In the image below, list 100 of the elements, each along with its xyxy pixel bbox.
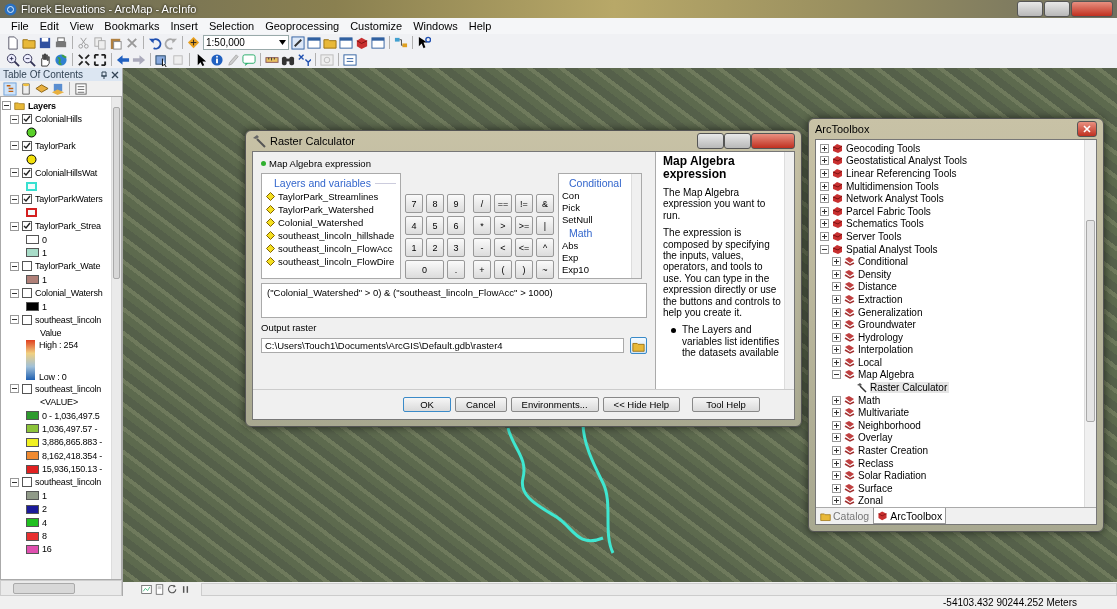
time-slider-icon[interactable]: [320, 52, 334, 67]
panel-tab[interactable]: Catalog: [816, 508, 874, 524]
list-by-visibility-icon[interactable]: [35, 81, 49, 96]
close-button[interactable]: [751, 133, 795, 149]
save-icon[interactable]: [38, 35, 52, 50]
expander-icon[interactable]: [10, 141, 19, 151]
expander-icon[interactable]: [832, 483, 841, 493]
layer-checkbox[interactable]: [22, 383, 32, 394]
globe-icon[interactable]: [54, 52, 68, 67]
expander-icon[interactable]: [10, 168, 19, 178]
expander-icon[interactable]: [832, 395, 841, 405]
toolbox-item[interactable]: Overlay: [858, 432, 893, 444]
expander-icon[interactable]: [832, 433, 841, 443]
operator-button[interactable]: ~: [536, 260, 554, 279]
menu-item[interactable]: File: [6, 20, 34, 32]
minimize-button[interactable]: [697, 133, 724, 149]
toolbox-item[interactable]: Distance: [858, 281, 897, 293]
list-by-selection-icon[interactable]: [51, 81, 65, 96]
operator-button[interactable]: ^: [536, 238, 554, 257]
scrollbar[interactable]: [201, 582, 1117, 596]
operator-button[interactable]: <: [494, 238, 512, 257]
expander-icon[interactable]: [820, 181, 829, 191]
maximize-button[interactable]: [724, 133, 751, 149]
operator-button[interactable]: >=: [515, 216, 533, 235]
layer-checkbox[interactable]: [22, 167, 32, 178]
toolbox-item[interactable]: Reclass: [858, 457, 894, 469]
tool-list-item[interactable]: Exp10: [562, 263, 589, 275]
toolbox-icon[interactable]: [877, 510, 889, 521]
layer-name[interactable]: TaylorPark_Strea: [35, 221, 101, 232]
layer-checkbox[interactable]: [22, 114, 32, 125]
toolbox-item[interactable]: Network Analyst Tools: [846, 193, 944, 205]
operator-button[interactable]: /: [473, 194, 491, 213]
toolbox-item[interactable]: Map Algebra: [858, 369, 915, 381]
dialog-button[interactable]: Cancel: [455, 397, 507, 412]
expander-icon[interactable]: [820, 206, 829, 216]
expander-icon[interactable]: [832, 307, 841, 317]
add-data-icon[interactable]: [187, 35, 201, 50]
toolbox-item[interactable]: Geostatistical Analyst Tools: [846, 155, 967, 167]
scrollbar[interactable]: [1084, 140, 1096, 507]
dialog-button[interactable]: Environments...: [510, 397, 599, 412]
keypad-button[interactable]: .: [447, 260, 465, 279]
create-viewer-icon[interactable]: [343, 52, 357, 67]
keypad-button[interactable]: 1: [405, 238, 423, 257]
close-icon[interactable]: [111, 70, 119, 79]
identify-icon[interactable]: [210, 52, 224, 67]
expander-icon[interactable]: [832, 257, 841, 267]
expander-icon[interactable]: [832, 446, 841, 456]
python-window-icon[interactable]: [371, 35, 385, 50]
layer-list-item[interactable]: TaylorPark_Watershed: [278, 203, 374, 215]
layer-name[interactable]: ColonialHills: [35, 114, 82, 125]
keypad-button[interactable]: 6: [447, 216, 465, 235]
toolbox-item[interactable]: Density: [858, 268, 892, 280]
keypad-button[interactable]: 2: [426, 238, 444, 257]
operator-button[interactable]: ==: [494, 194, 512, 213]
toolbox-item[interactable]: Hydrology: [858, 331, 904, 343]
expander-icon[interactable]: [832, 496, 841, 506]
expander-icon[interactable]: [820, 231, 829, 241]
list-by-source-icon[interactable]: [19, 81, 33, 96]
panel-tab[interactable]: ArcToolbox: [873, 508, 947, 524]
menu-item[interactable]: Windows: [408, 20, 463, 32]
expander-icon[interactable]: [2, 101, 11, 111]
data-view-icon[interactable]: [141, 583, 152, 595]
operator-button[interactable]: <=: [515, 238, 533, 257]
operator-button[interactable]: &: [536, 194, 554, 213]
scrollbar[interactable]: [631, 174, 641, 278]
toolbox-icon[interactable]: [355, 35, 369, 50]
scrollbar[interactable]: [0, 580, 122, 596]
expander-icon[interactable]: [820, 156, 829, 166]
expander-icon[interactable]: [832, 269, 841, 279]
caret-icon[interactable]: [279, 40, 286, 45]
dialog-button[interactable]: << Hide Help: [602, 397, 681, 412]
search-window-icon[interactable]: [339, 35, 353, 50]
tool-list-item[interactable]: SetNull: [562, 214, 593, 226]
toolbox-item[interactable]: Schematics Tools: [846, 218, 924, 230]
refresh-icon[interactable]: [167, 583, 178, 595]
expander-icon[interactable]: [820, 219, 829, 229]
go-to-xy-icon[interactable]: [297, 52, 311, 67]
expander-icon[interactable]: [820, 143, 829, 153]
operator-button[interactable]: -: [473, 238, 491, 257]
menu-item[interactable]: View: [64, 20, 99, 32]
expander-icon[interactable]: [10, 477, 19, 487]
dialog-button[interactable]: OK: [403, 397, 451, 412]
expander-icon[interactable]: [10, 261, 19, 271]
layer-name[interactable]: TaylorParkWaters: [35, 194, 103, 205]
tool-list-item[interactable]: Pick: [562, 202, 580, 214]
toolbox-item[interactable]: Generalization: [858, 306, 923, 318]
expander-icon[interactable]: [10, 384, 19, 394]
layer-checkbox[interactable]: [22, 477, 32, 488]
layer-checkbox[interactable]: [22, 261, 32, 272]
operator-button[interactable]: +: [473, 260, 491, 279]
layer-name[interactable]: TaylorPark: [35, 140, 76, 151]
expander-icon[interactable]: [820, 194, 829, 204]
pin-icon[interactable]: [100, 70, 108, 79]
toolbox-item[interactable]: Geocoding Tools: [846, 142, 921, 154]
expander-icon[interactable]: [10, 114, 19, 124]
keypad-button[interactable]: 5: [426, 216, 444, 235]
expression-field[interactable]: ("Colonial_Watershed" > 0) & ("southeast_lincoln_FlowAcc" > 1000): [261, 283, 647, 318]
toolbox-item[interactable]: Interpolation: [858, 344, 914, 356]
toolbox-item[interactable]: Solar Radiation: [858, 470, 927, 482]
toolbox-item[interactable]: Server Tools: [846, 230, 902, 242]
